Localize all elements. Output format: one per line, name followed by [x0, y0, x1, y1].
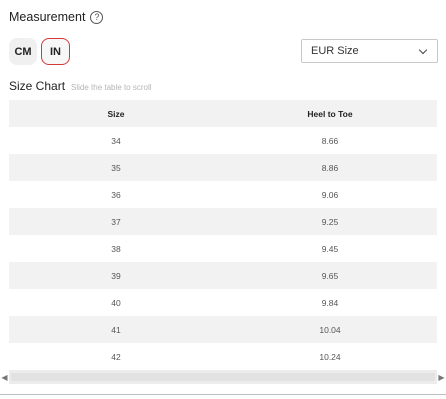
table-row: 39 9.65 — [9, 262, 437, 289]
heel-to-toe-cell: 10.04 — [319, 324, 341, 335]
heel-to-toe-cell: 8.86 — [321, 162, 339, 173]
heel-to-toe-cell: 9.84 — [321, 297, 339, 308]
size-cell: 38 — [111, 243, 121, 254]
scroll-left-arrow-icon[interactable]: ◀ — [0, 370, 9, 384]
size-chart-title: Size Chart — [9, 79, 66, 93]
heel-to-toe-cell: 9.65 — [321, 270, 339, 281]
size-cell: 39 — [111, 270, 121, 281]
size-cell: 37 — [111, 216, 121, 227]
table-row: 41 10.04 — [9, 316, 437, 343]
table-row: 40 9.84 — [9, 289, 437, 316]
size-table[interactable]: Size Heel to Toe 34 8.66 35 8.86 36 9.06… — [9, 100, 437, 370]
size-chart-header: Size Chart Slide the table to scroll — [9, 79, 152, 93]
size-system-select[interactable]: EUR Size — [301, 39, 438, 63]
scroll-right-arrow-icon[interactable]: ▶ — [437, 370, 446, 384]
table-row: 37 9.25 — [9, 208, 437, 235]
size-guide-panel: Measurement ? CM IN EUR Size Size Chart … — [0, 0, 446, 399]
unit-cm-button[interactable]: CM — [9, 38, 37, 65]
question-circle-icon[interactable]: ? — [90, 10, 104, 24]
size-cell: 41 — [111, 324, 121, 335]
size-cell: 42 — [111, 351, 121, 362]
scrollbar-thumb[interactable] — [11, 373, 435, 381]
size-cell: 34 — [111, 135, 121, 146]
table-row: 34 8.66 — [9, 127, 437, 154]
column-header-size: Size — [107, 108, 125, 119]
heel-to-toe-cell: 9.25 — [321, 216, 339, 227]
heel-to-toe-cell: 9.45 — [321, 243, 339, 254]
table-row: 36 9.06 — [9, 181, 437, 208]
scrollbar-track[interactable] — [9, 370, 437, 384]
table-header-row: Size Heel to Toe — [9, 100, 437, 127]
heel-to-toe-cell: 9.06 — [321, 189, 339, 200]
size-chart-hint: Slide the table to scroll — [71, 83, 152, 92]
table-row: 42 10.24 — [9, 343, 437, 370]
table-row: 38 9.45 — [9, 235, 437, 262]
measurement-header: Measurement ? — [9, 9, 104, 25]
size-cell: 40 — [111, 297, 121, 308]
unit-in-button[interactable]: IN — [41, 38, 70, 65]
chevron-down-icon — [418, 45, 428, 54]
size-cell: 35 — [111, 162, 121, 173]
horizontal-scrollbar[interactable]: ◀ ▶ — [0, 370, 446, 384]
heel-to-toe-cell: 10.24 — [319, 351, 341, 362]
measurement-title: Measurement — [9, 10, 86, 24]
column-header-heel-to-toe: Heel to Toe — [307, 108, 353, 119]
table-row: 35 8.86 — [9, 154, 437, 181]
heel-to-toe-cell: 8.66 — [321, 135, 339, 146]
size-cell: 36 — [111, 189, 121, 200]
size-system-value: EUR Size — [311, 45, 359, 57]
divider — [0, 394, 446, 395]
